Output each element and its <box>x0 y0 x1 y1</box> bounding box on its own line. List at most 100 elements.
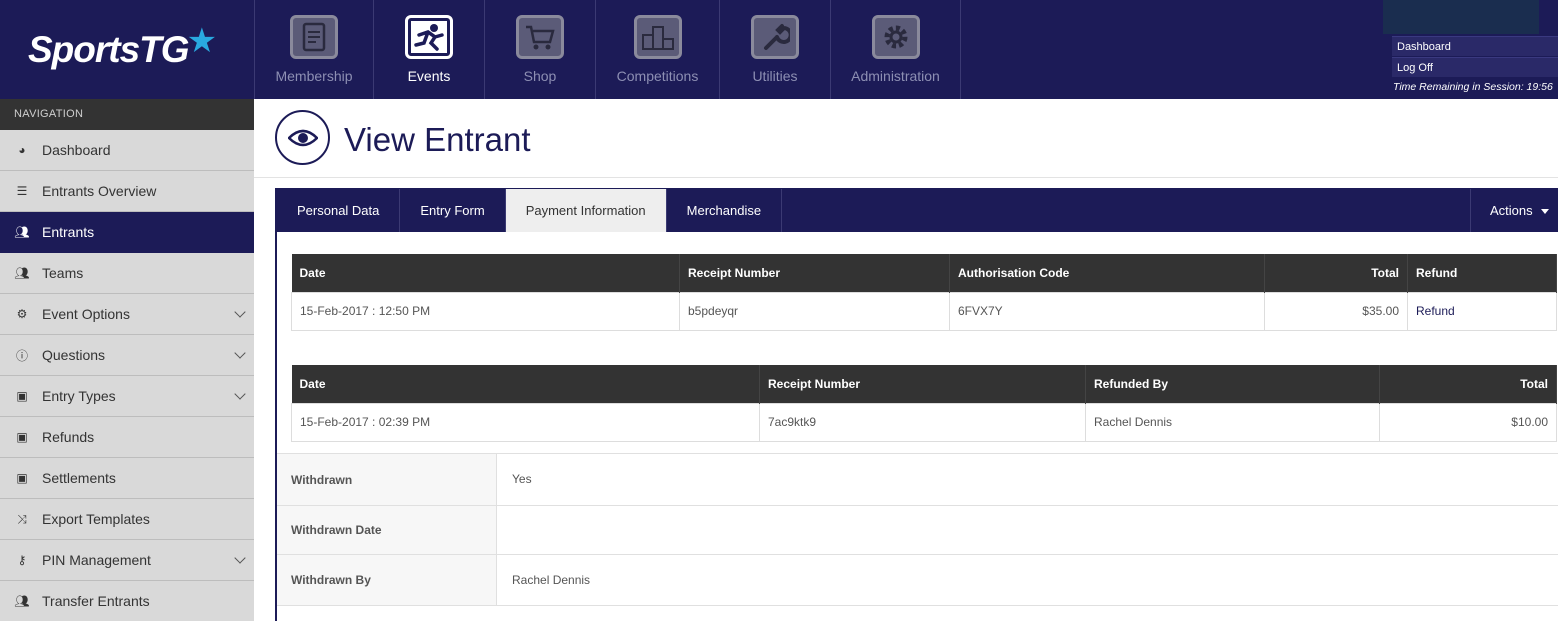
table-row: 15-Feb-2017 : 02:39 PM 7ac9ktk9 Rachel D… <box>291 402 1557 442</box>
withdrawn-by-row: Withdrawn By Rachel Dennis <box>277 554 1558 606</box>
sportstg-logo[interactable]: SportsTG ★ <box>0 0 254 99</box>
refund-cell: Refund <box>1407 291 1557 331</box>
column-header: Refund <box>1407 254 1557 292</box>
column-header: Date <box>291 254 680 292</box>
column-header: Authorisation Code <box>949 254 1265 292</box>
sidebar-item-teams[interactable]: 👥︎ Teams <box>0 253 254 294</box>
info-icon: ⓘ <box>15 348 28 363</box>
sidebar-item-transfer-entrants[interactable]: 👥︎ Transfer Entrants <box>0 581 254 621</box>
withdrawn-label: Withdrawn <box>277 454 497 505</box>
payment-total: $35.00 <box>1264 291 1408 331</box>
refund-link[interactable]: Refund <box>1416 304 1455 318</box>
column-header: Date <box>291 365 760 403</box>
module-label: Membership <box>275 68 353 84</box>
chevron-down-icon <box>234 306 246 318</box>
module-label: Competitions <box>616 68 699 84</box>
dashboard-icon: ◕ <box>18 143 26 157</box>
payment-date: 15-Feb-2017 : 12:50 PM <box>291 291 680 331</box>
sidebar-item-label: Refunds <box>42 429 95 445</box>
sidebar-item-label: Entrants Overview <box>42 183 157 199</box>
sidebar: NAVIGATION ◕ Dashboard ☰ Entrants Overvi… <box>0 99 254 621</box>
column-header: Total <box>1264 254 1408 292</box>
withdrawn-row: Withdrawn Yes <box>277 453 1558 505</box>
sidebar-item-entrants-overview[interactable]: ☰ Entrants Overview <box>0 171 254 212</box>
module-nav: Membership Events Shop Competitions Util… <box>254 0 961 99</box>
module-shop[interactable]: Shop <box>484 0 595 99</box>
eye-icon <box>275 110 330 165</box>
withdrawn-date-value <box>497 506 1558 554</box>
sidebar-item-questions[interactable]: ⓘ Questions <box>0 335 254 376</box>
main-content: View Entrant Personal Data Entry Form Pa… <box>254 99 1558 621</box>
cogs-icon: ⚙ <box>16 307 28 321</box>
sidebar-item-pin-management[interactable]: ⚷ PIN Management <box>0 540 254 581</box>
withdrawn-by-value: Rachel Dennis <box>512 573 591 587</box>
money-icon: ▣ <box>16 471 28 485</box>
tab-personal-data[interactable]: Personal Data <box>277 189 401 232</box>
module-administration[interactable]: Administration <box>830 0 961 99</box>
column-header: Refunded By <box>1085 365 1380 403</box>
sidebar-item-label: Transfer Entrants <box>42 593 150 609</box>
payment-receipt: b5pdeyqr <box>679 291 950 331</box>
caret-down-icon <box>1540 209 1549 215</box>
logo-text: SportsTG <box>28 28 190 70</box>
sidebar-item-label: Questions <box>42 347 106 363</box>
module-utilities[interactable]: Utilities <box>719 0 830 99</box>
gear-icon <box>871 15 920 59</box>
wrench-icon <box>751 15 799 59</box>
session-timer: Time Remaining in Session: 19:56 <box>1393 81 1553 93</box>
tab-entry-form[interactable]: Entry Form <box>400 189 506 232</box>
refund-date: 15-Feb-2017 : 02:39 PM <box>291 402 760 442</box>
refund-total: $10.00 <box>1379 402 1557 442</box>
logoff-link[interactable]: Log Off <box>1392 57 1558 77</box>
sidebar-item-entrants[interactable]: 👥︎ Entrants <box>0 212 254 253</box>
podium-icon <box>633 15 682 59</box>
cart-icon <box>516 15 564 59</box>
actions-dropdown[interactable]: Actions <box>1470 189 1558 232</box>
module-label: Shop <box>523 68 557 84</box>
withdrawn-date-label: Withdrawn Date <box>277 506 497 554</box>
money-icon: ▣ <box>16 389 28 403</box>
column-header: Receipt Number <box>679 254 950 292</box>
sidebar-item-label: Settlements <box>42 470 116 486</box>
module-competitions[interactable]: Competitions <box>595 0 719 99</box>
clipboard-icon <box>290 15 338 59</box>
refunded-by: Rachel Dennis <box>1085 402 1380 442</box>
page-title: View Entrant <box>344 121 531 158</box>
dashboard-link[interactable]: Dashboard <box>1392 36 1558 56</box>
table-header-row: Date Receipt Number Authorisation Code T… <box>291 254 1557 292</box>
sidebar-item-dashboard[interactable]: ◕ Dashboard <box>0 130 254 171</box>
table-row: 15-Feb-2017 : 12:50 PM b5pdeyqr 6FVX7Y $… <box>291 291 1557 331</box>
column-header: Receipt Number <box>759 365 1086 403</box>
sidebar-item-export-templates[interactable]: ⤨ Export Templates <box>0 499 254 540</box>
sidebar-item-label: Entrants <box>42 224 95 240</box>
page-header: View Entrant <box>254 99 1558 178</box>
sidebar-item-event-options[interactable]: ⚙ Event Options <box>0 294 254 335</box>
sidebar-item-settlements[interactable]: ▣ Settlements <box>0 458 254 499</box>
entrant-panel: Personal Data Entry Form Payment Informa… <box>275 188 1558 621</box>
money-icon: ▣ <box>16 430 28 444</box>
shuffle-icon: ⤨ <box>17 511 27 526</box>
module-membership[interactable]: Membership <box>254 0 373 99</box>
module-events[interactable]: Events <box>373 0 484 99</box>
tab-bar: Personal Data Entry Form Payment Informa… <box>277 189 1558 232</box>
withdrawn-value: Yes <box>512 472 532 486</box>
user-panel <box>1383 0 1539 34</box>
withdrawn-by-label: Withdrawn By <box>277 555 497 605</box>
tab-payment-information[interactable]: Payment Information <box>505 189 667 232</box>
sidebar-item-refunds[interactable]: ▣ Refunds <box>0 417 254 458</box>
chevron-down-icon <box>234 388 246 400</box>
refund-receipt: 7ac9ktk9 <box>759 402 1086 442</box>
table-header-row: Date Receipt Number Refunded By Total <box>291 365 1557 403</box>
key-icon: ⚷ <box>17 553 27 567</box>
chevron-down-icon <box>234 347 246 359</box>
users-icon: 👥︎ <box>14 266 30 280</box>
sidebar-item-label: PIN Management <box>42 552 151 568</box>
sidebar-item-entry-types[interactable]: ▣ Entry Types <box>0 376 254 417</box>
top-bar: SportsTG ★ Membership Events Shop Compet… <box>0 0 1558 99</box>
refunds-table: Date Receipt Number Refunded By Total 15… <box>291 365 1557 442</box>
sidebar-item-label: Teams <box>42 265 84 281</box>
tab-merchandise[interactable]: Merchandise <box>667 189 783 232</box>
module-label: Utilities <box>752 68 798 84</box>
nav-header: NAVIGATION <box>0 99 254 130</box>
sidebar-item-label: Export Templates <box>42 511 150 527</box>
